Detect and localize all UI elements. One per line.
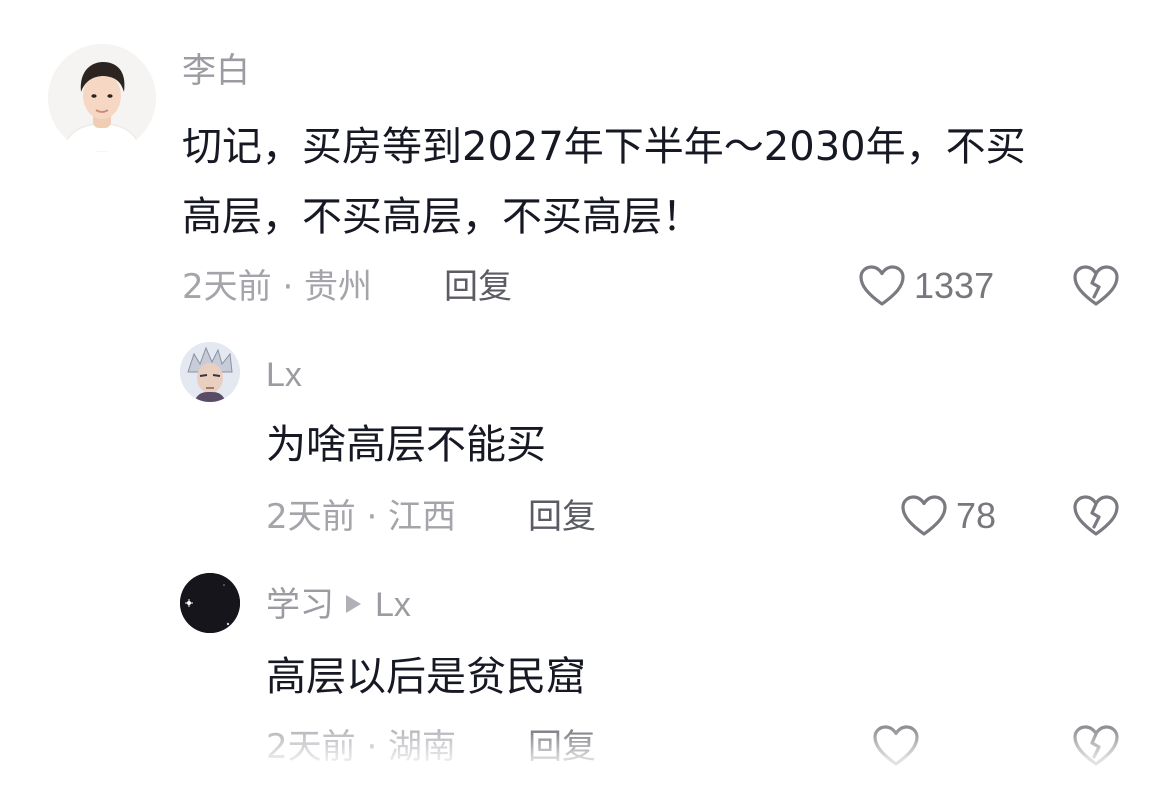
broken-heart-icon	[1073, 265, 1119, 306]
heart-outline-icon	[873, 725, 919, 766]
heart-outline-icon	[859, 265, 905, 306]
dislike-button[interactable]	[1072, 264, 1120, 312]
reply-author-label[interactable]: 学习	[266, 585, 334, 625]
avatar[interactable]	[180, 573, 240, 633]
comment-text-line-2: 高层，不买高层，不买高层！	[182, 194, 702, 240]
like-button[interactable]	[872, 724, 920, 768]
like-count: 1337	[914, 265, 995, 306]
play-triangle-icon	[346, 594, 361, 613]
reply-button[interactable]: 回复	[528, 500, 596, 534]
reply-author-name[interactable]: Lx	[266, 358, 302, 392]
comment-author-name[interactable]: 李白	[182, 54, 250, 88]
avatar[interactable]	[180, 342, 240, 402]
reply-author-name[interactable]: 学习 Lx	[266, 588, 411, 622]
broken-heart-icon	[1073, 725, 1119, 766]
reply-text: 高层以后是贫民窟	[266, 654, 586, 700]
dark-night-avatar-icon	[180, 573, 240, 633]
reply-button[interactable]: 回复	[528, 730, 596, 764]
dislike-button[interactable]	[1072, 724, 1120, 772]
like-count: 78	[956, 495, 997, 536]
reply-text: 为啥高层不能买	[266, 422, 546, 468]
reply-to-name[interactable]: Lx	[375, 586, 411, 624]
reply-time-location: 2天前 · 湖南	[266, 727, 457, 767]
heart-outline-icon	[901, 495, 947, 536]
like-button[interactable]: 78	[900, 494, 996, 538]
reply-time-location: 2天前 · 江西	[266, 497, 457, 537]
user-portrait-avatar-icon	[48, 44, 156, 152]
dislike-button[interactable]	[1072, 494, 1120, 542]
comment-time-location: 2天前 · 贵州	[182, 267, 373, 307]
broken-heart-icon	[1073, 495, 1119, 536]
reply-button[interactable]: 回复	[444, 270, 512, 304]
anime-character-avatar-icon	[180, 342, 240, 402]
comment-text-line-1: 切记，买房等到2027年下半年～2030年，不买	[182, 124, 1026, 170]
like-button[interactable]: 1337	[858, 264, 994, 308]
avatar[interactable]	[48, 44, 156, 152]
